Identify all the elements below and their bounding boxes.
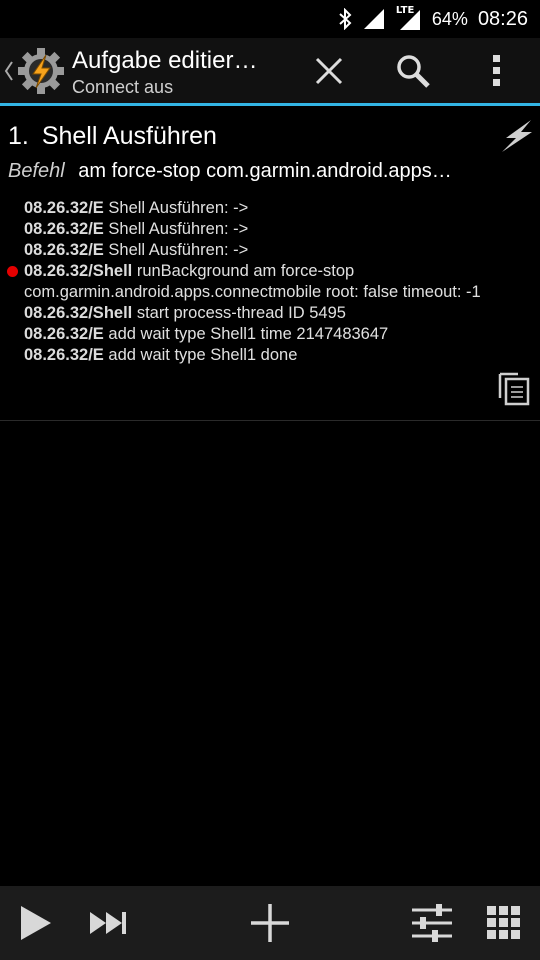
- overflow-menu-button[interactable]: [462, 38, 532, 103]
- lightning-bolt-icon: [502, 120, 532, 152]
- step-forward-button[interactable]: [72, 886, 144, 960]
- param-value: am force-stop com.garmin.android.apps…: [78, 160, 452, 182]
- skip-forward-icon: [90, 912, 126, 934]
- bottom-toolbar: [0, 886, 540, 960]
- action-name: Shell Ausführen: [41, 122, 217, 150]
- status-bar: LTE 64% 08:26: [0, 0, 540, 38]
- close-icon: [315, 57, 343, 84]
- log-line: 08.26.32/E Shell Ausführen: ->: [24, 220, 249, 238]
- run-log: 08.26.32/E Shell Ausführen: -> 08.26.32/…: [7, 198, 536, 366]
- add-icon: [251, 904, 289, 942]
- action-bar: Aufgabe editier… Connect aus: [0, 38, 540, 106]
- log-line: 08.26.32/Shell start process-thread ID 5…: [24, 304, 346, 322]
- action-title[interactable]: 1. Shell Ausführen: [8, 122, 217, 151]
- play-icon: [21, 906, 51, 940]
- app-grid-button[interactable]: [468, 886, 540, 960]
- back-chevron-icon: [4, 60, 14, 86]
- param-label: Befehl: [8, 160, 65, 182]
- log-line: 08.26.32/E Shell Ausführen: ->: [24, 199, 249, 217]
- clock: 08:26: [477, 7, 528, 30]
- error-dot-icon: [7, 266, 18, 277]
- grid-icon: [487, 906, 520, 939]
- overflow-menu-icon: [493, 54, 500, 86]
- run-action-button[interactable]: [498, 118, 536, 154]
- action-bar-accent: [0, 103, 540, 106]
- log-line: 08.26.32/Shell runBackground am force-st…: [7, 261, 536, 282]
- page-title: Aufgabe editier…: [72, 47, 258, 74]
- log-line: 08.26.32/E add wait type Shell1 done: [24, 346, 298, 364]
- tasker-app-icon: [16, 46, 66, 100]
- action-number: 1.: [8, 122, 29, 150]
- action-bar-titles: Aufgabe editier… Connect aus: [72, 46, 292, 98]
- up-navigation[interactable]: [0, 38, 72, 103]
- search-button[interactable]: [378, 38, 448, 103]
- add-action-button[interactable]: [234, 886, 306, 960]
- close-button[interactable]: [294, 38, 364, 103]
- task-properties-button[interactable]: [396, 886, 468, 960]
- page-subtitle: Connect aus: [72, 77, 174, 97]
- signal-icon: [362, 8, 386, 30]
- copy-icon: [498, 372, 530, 406]
- divider: [0, 420, 540, 421]
- log-line: com.garmin.android.apps.connectmobile ro…: [24, 283, 481, 301]
- log-line: 08.26.32/E add wait type Shell1 time 214…: [24, 325, 389, 343]
- copy-log-button[interactable]: [496, 368, 532, 406]
- battery-percent: 64%: [431, 8, 468, 29]
- log-line: 08.26.32/E Shell Ausführen: ->: [24, 241, 249, 259]
- settings-sliders-icon: [412, 904, 452, 942]
- bluetooth-icon: [338, 8, 352, 30]
- lte-icon: LTE: [396, 5, 422, 31]
- search-icon: [397, 54, 430, 88]
- play-button[interactable]: [0, 886, 72, 960]
- action-parameter[interactable]: Befehl am force-stop com.garmin.android.…: [8, 160, 508, 183]
